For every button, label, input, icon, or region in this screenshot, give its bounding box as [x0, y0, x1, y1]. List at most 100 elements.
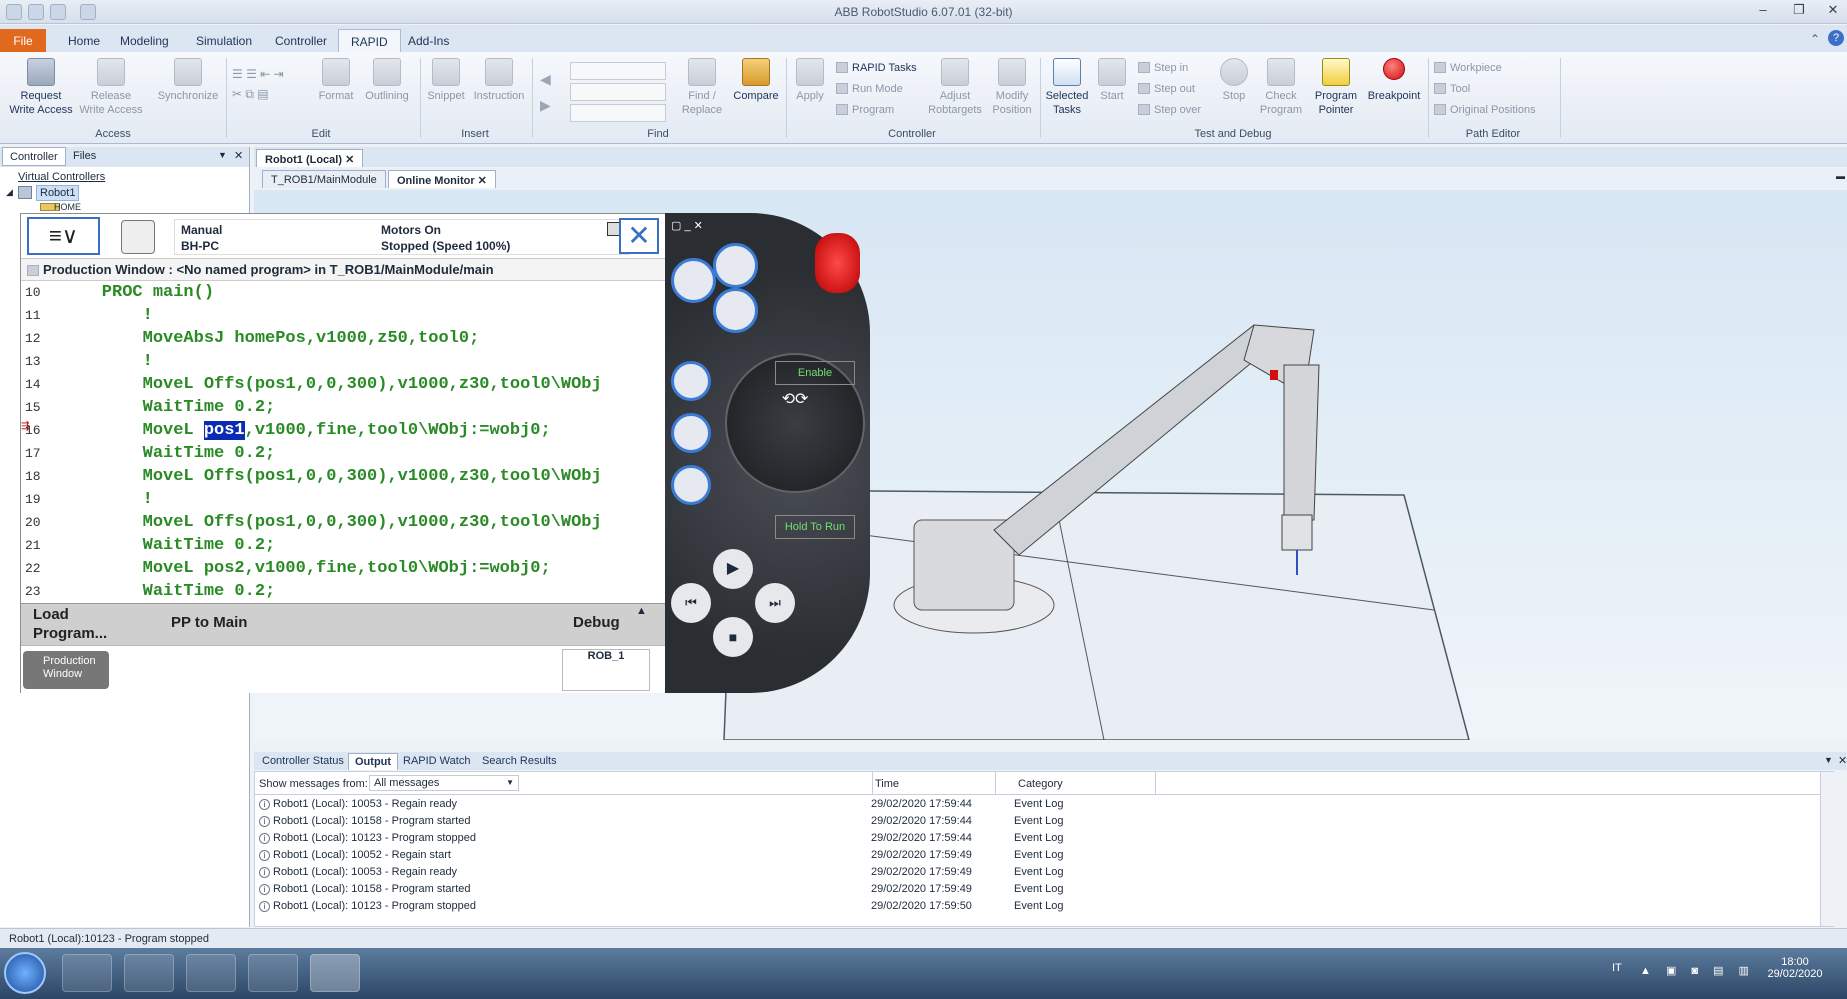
tab-robot1-local[interactable]: Robot1 (Local) ✕ [256, 149, 364, 167]
tree-robot1[interactable]: Robot1 [36, 185, 80, 201]
breakpoint-button[interactable]: Breakpoint [1364, 58, 1424, 103]
help-icon[interactable]: ? [1828, 30, 1844, 46]
undo-icon[interactable] [50, 4, 66, 20]
collapse-ribbon-icon[interactable]: ⌃ [1810, 32, 1820, 46]
robotstudio-taskbar-button[interactable] [248, 954, 298, 992]
redo-icon[interactable] [80, 4, 96, 20]
tab-rapid[interactable]: RAPID [338, 29, 401, 52]
code-line[interactable]: 19 ! [21, 488, 666, 511]
column-time[interactable]: Time [875, 778, 899, 790]
explorer-taskbar-button[interactable] [62, 954, 112, 992]
debug-button[interactable]: Debug [573, 614, 620, 631]
find-replace-button[interactable]: Find / Replace [676, 58, 728, 117]
tab-rapid-watch[interactable]: RAPID Watch [397, 753, 476, 769]
step-forward-button[interactable]: ⏭ [755, 583, 795, 623]
clock[interactable]: 18:00 29/02/2020 [1760, 956, 1830, 980]
save-icon[interactable] [28, 4, 44, 20]
mode-select-key[interactable] [671, 361, 711, 401]
app-taskbar-button[interactable] [186, 954, 236, 992]
tab-controller-status[interactable]: Controller Status [256, 753, 350, 769]
code-line[interactable]: 21 WaitTime 0.2; [21, 534, 666, 557]
program-pointer-button[interactable]: Program Pointer [1308, 58, 1364, 117]
check-program-button[interactable]: Check Program [1256, 58, 1306, 117]
tab-files-panel[interactable]: Files [66, 147, 103, 166]
code-line[interactable]: 18 MoveL Offs(pos1,0,0,300),v1000,z30,to… [21, 465, 666, 488]
output-row[interactable]: i Robot1 (Local): 10052 - Regain start 29/… [259, 847, 1359, 864]
tab-output[interactable]: Output [348, 753, 399, 770]
tab-add-ins[interactable]: Add-Ins [396, 29, 461, 52]
find-combo-3[interactable] [570, 104, 666, 122]
close-window-button[interactable]: ✕ [1820, 2, 1846, 20]
output-row[interactable]: i Robot1 (Local): 10158 - Program started… [259, 881, 1359, 898]
pp-to-main-button[interactable]: PP to Main [171, 614, 247, 631]
hold-to-run-button[interactable]: Hold To Run [775, 515, 855, 539]
run-mode-button[interactable]: Run Mode [836, 79, 936, 100]
output-row[interactable]: i Robot1 (Local): 10123 - Program stopped… [259, 898, 1359, 915]
load-program-button[interactable]: Load Program... [33, 605, 153, 643]
increment-key[interactable] [671, 465, 711, 505]
enable-button[interactable]: Enable [775, 361, 855, 385]
workpiece-button[interactable]: Workpiece [1434, 58, 1584, 79]
modify-position-button[interactable]: Modify Position [988, 58, 1036, 117]
tray-icons[interactable]: ▲ ▣ ◙ ▤ ▥ [1640, 964, 1755, 977]
tab-modeling[interactable]: Modeling [108, 29, 181, 52]
tab-list-icon[interactable]: ▬ [1836, 171, 1845, 181]
pendant-stop-button[interactable]: ■ [713, 617, 753, 657]
tab-simulation[interactable]: Simulation [184, 29, 264, 52]
code-line[interactable]: 11 ! [21, 304, 666, 327]
code-line[interactable]: 15 WaitTime 0.2; [21, 396, 666, 419]
maximize-button[interactable]: ❐ [1786, 2, 1812, 20]
tab-online-monitor[interactable]: Online Monitor ✕ [388, 170, 496, 188]
find-combo-2[interactable] [570, 83, 666, 101]
find-nav-icons[interactable]: ◀ ▶ [540, 66, 551, 118]
pendant-toolbar-icons[interactable]: ▢ _ ✕ [671, 219, 703, 232]
tab-file[interactable]: File [0, 29, 46, 52]
start-menu-button[interactable] [4, 952, 46, 994]
step-in-button[interactable]: Step in [1138, 58, 1228, 79]
language-indicator[interactable]: IT [1612, 962, 1622, 974]
output-row[interactable]: i Robot1 (Local): 10158 - Program started… [259, 813, 1359, 830]
tab-controller-panel[interactable]: Controller [2, 147, 66, 166]
selected-tasks-button[interactable]: Selected Tasks [1042, 58, 1092, 117]
step-out-button[interactable]: Step out [1138, 79, 1228, 100]
play-button[interactable]: ▶ [713, 549, 753, 589]
pendant-key-1[interactable] [671, 258, 716, 303]
output-row[interactable]: i Robot1 (Local): 10123 - Program stopped… [259, 830, 1359, 847]
synchronize-button[interactable]: Synchronize [152, 58, 224, 103]
tree-virtual-controllers[interactable]: Virtual Controllers [18, 171, 105, 183]
output-row[interactable]: i Robot1 (Local): 10053 - Regain ready 29/… [259, 864, 1359, 881]
outlining-button[interactable]: Outlining [358, 58, 416, 103]
tab-search-results[interactable]: Search Results [476, 753, 563, 769]
stop-button[interactable]: Stop [1216, 58, 1252, 103]
program-code[interactable]: 10 PROC main() 11 ! 12 MoveAbsJ homePos,v1… [21, 281, 666, 603]
adjust-robtargets-button[interactable]: Adjust Robtargets [924, 58, 986, 117]
pendant-key-3[interactable] [713, 288, 758, 333]
panel-close-icon[interactable]: ✕ [234, 149, 243, 162]
tab-home[interactable]: Home [56, 29, 112, 52]
minimize-button[interactable]: – [1750, 2, 1776, 20]
code-line[interactable]: 22 MoveL pos2,v1000,fine,tool0\WObj:=wob… [21, 557, 666, 580]
production-window-taskbutton[interactable]: Production Window [23, 651, 109, 689]
firefox-taskbar-button[interactable] [124, 954, 174, 992]
code-line[interactable]: 14 MoveL Offs(pos1,0,0,300),v1000,z30,to… [21, 373, 666, 396]
rapid-tasks-button[interactable]: RAPID Tasks [836, 58, 936, 79]
program-button[interactable]: Program [836, 100, 936, 121]
snippet-button[interactable]: Snippet [422, 58, 470, 103]
code-line[interactable]: 23 WaitTime 0.2; [21, 580, 666, 603]
step-back-button[interactable]: ⏮ [671, 583, 711, 623]
fp-close-button[interactable]: ✕ [619, 218, 659, 254]
original-positions-button[interactable]: Original Positions [1434, 100, 1584, 121]
code-line[interactable]: 10 PROC main() [21, 281, 666, 304]
output-scrollbar[interactable] [1820, 772, 1834, 926]
emergency-stop-button[interactable] [815, 233, 860, 293]
code-line[interactable]: 20 MoveL Offs(pos1,0,0,300),v1000,z30,to… [21, 511, 666, 534]
operator-window-icon[interactable] [121, 220, 155, 254]
pendant-key-2[interactable] [713, 243, 758, 288]
abb-menu-button[interactable]: ≡∨ [27, 217, 100, 255]
find-combo-1[interactable] [570, 62, 666, 80]
tab-controller[interactable]: Controller [263, 29, 339, 52]
app-icon[interactable] [6, 4, 22, 20]
tab-close-icon[interactable]: ✕ [478, 175, 487, 187]
tool-button[interactable]: Tool [1434, 79, 1584, 100]
step-over-button[interactable]: Step over [1138, 100, 1228, 121]
